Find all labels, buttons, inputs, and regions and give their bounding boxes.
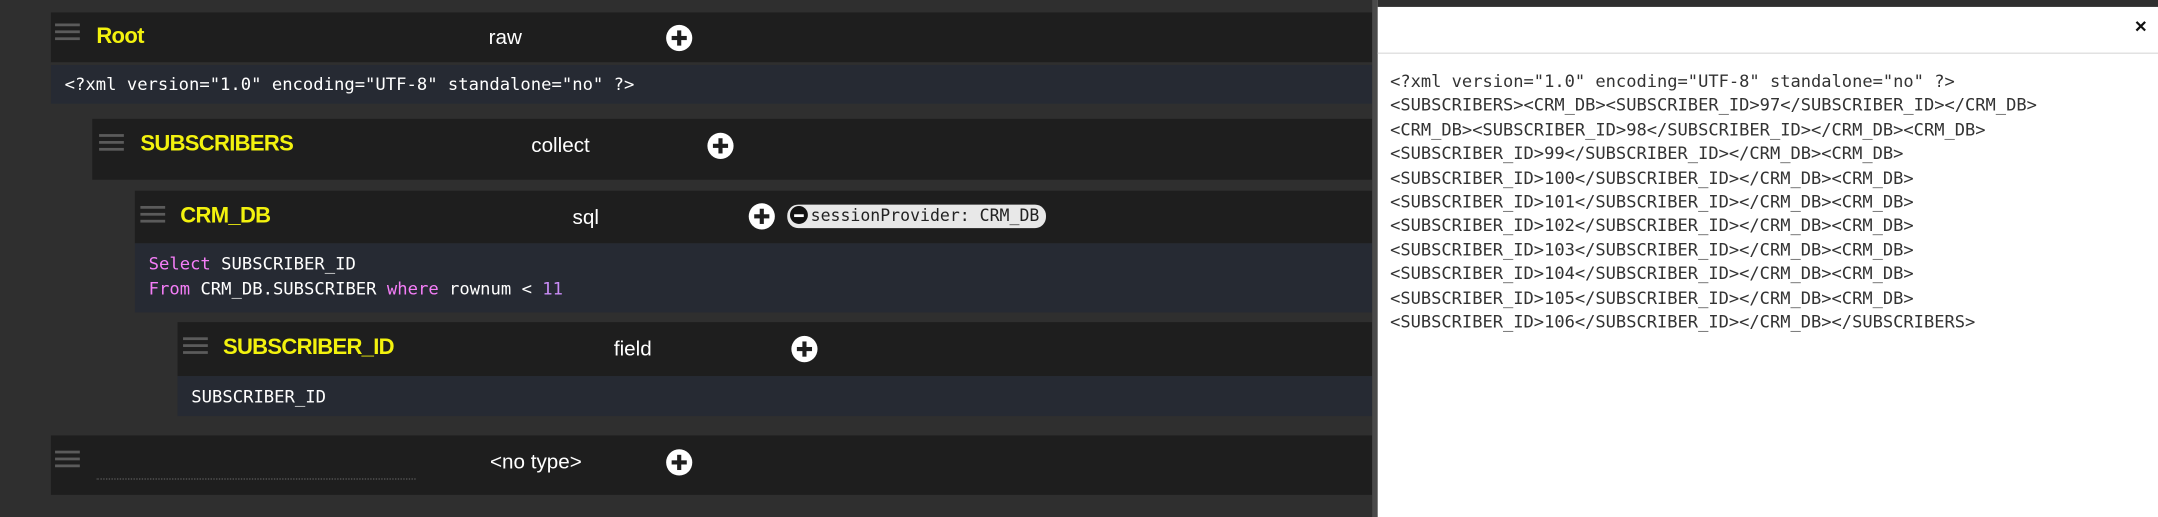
attribute-text: sessionProvider: CRM_DB [810,205,1040,226]
xml-output: <?xml version="1.0" encoding="UTF-8" sta… [1390,69,2037,334]
drag-handle-icon[interactable] [183,337,208,354]
node-type[interactable]: sql [573,206,599,230]
node-subscriber-id-header[interactable]: SUBSCRIBER_ID field [177,322,1373,377]
node-type[interactable]: <no type> [490,451,582,475]
xml-line: <SUBSCRIBER_ID>106</SUBSCRIBER_ID></CRM_… [1390,311,1976,332]
xml-line: <SUBSCRIBER_ID>105</SUBSCRIBER_ID></CRM_… [1390,287,1914,308]
node-crm-db-header[interactable]: CRM_DB sql sessionProvider: CRM_DB [134,190,1373,244]
node-type[interactable]: collect [531,134,590,158]
code-text: SUBSCRIBER_ID [191,385,326,407]
xml-line: <SUBSCRIBER_ID>99</SUBSCRIBER_ID></CRM_D… [1390,142,1904,164]
sql-text: SUBSCRIBER_ID [221,252,356,274]
xml-line: <SUBSCRIBER_ID>103</SUBSCRIBER_ID></CRM_… [1390,238,1914,260]
node-type[interactable]: field [614,337,652,361]
node-crm-db-body[interactable]: Select SUBSCRIBER_ID From CRM_DB.SUBSCRI… [134,243,1373,313]
sql-number: 11 [542,277,564,298]
xml-line: <SUBSCRIBER_ID>102</SUBSCRIBER_ID></CRM_… [1390,214,1914,236]
drag-handle-icon[interactable] [55,450,80,468]
node-name[interactable]: SUBSCRIBERS [140,133,293,158]
sql-line-2: From CRM_DB.SUBSCRIBER where rownum < 11 [149,276,1359,300]
output-top-edge [1377,0,2158,7]
add-child-button[interactable] [791,335,818,363]
sql-keyword: where [386,277,439,298]
xml-line: <SUBSCRIBERS><CRM_DB><SUBSCRIBER_ID>97</… [1390,94,2037,116]
node-name[interactable]: SUBSCRIBER_ID [223,336,395,361]
add-child-button[interactable] [666,24,693,52]
drag-handle-icon[interactable] [55,23,80,41]
output-divider [1377,52,2158,54]
sql-text: CRM_DB.SUBSCRIBER [200,277,377,298]
xml-line: <?xml version="1.0" encoding="UTF-8" sta… [1390,70,1955,92]
xml-line: <CRM_DB><SUBSCRIBER_ID>98</SUBSCRIBER_ID… [1390,118,1986,140]
app-stage: Root raw <?xml version="1.0" encoding="U… [0,0,2158,517]
minus-icon[interactable] [789,205,808,224]
name-placeholder-line [96,478,416,480]
sql-keyword: From [148,277,191,298]
xml-line: <SUBSCRIBER_ID>100</SUBSCRIBER_ID></CRM_… [1390,166,1914,188]
close-icon[interactable]: × [2132,16,2150,39]
add-child-button[interactable] [666,449,693,476]
node-type[interactable]: raw [489,26,522,50]
output-panel: × <?xml version="1.0" encoding="UTF-8" s… [1377,0,2158,517]
node-tree-panel: Root raw <?xml version="1.0" encoding="U… [0,0,1373,517]
node-name[interactable]: CRM_DB [180,205,271,230]
code-text: <?xml version="1.0" encoding="UTF-8" sta… [64,73,635,95]
node-name[interactable]: Root [96,25,144,50]
sql-keyword: Select [148,252,211,274]
sql-line-1: Select SUBSCRIBER_ID [149,252,1359,276]
sql-text: rownum < [449,277,532,298]
node-subscriber-id-body[interactable]: SUBSCRIBER_ID [177,376,1373,417]
add-child-button[interactable] [707,132,734,159]
xml-line: <SUBSCRIBER_ID>104</SUBSCRIBER_ID></CRM_… [1390,263,1914,284]
node-root-header[interactable]: Root raw [50,12,1373,63]
add-child-button[interactable] [748,203,775,230]
node-root-body[interactable]: <?xml version="1.0" encoding="UTF-8" sta… [50,64,1373,104]
drag-handle-icon[interactable] [99,134,124,151]
node-new-header[interactable]: <no type> [50,435,1373,495]
attribute-badge[interactable]: sessionProvider: CRM_DB [787,204,1047,229]
node-subscribers-header[interactable]: SUBSCRIBERS collect [92,118,1373,180]
xml-line: <SUBSCRIBER_ID>101</SUBSCRIBER_ID></CRM_… [1390,190,1914,212]
drag-handle-icon[interactable] [140,205,166,223]
